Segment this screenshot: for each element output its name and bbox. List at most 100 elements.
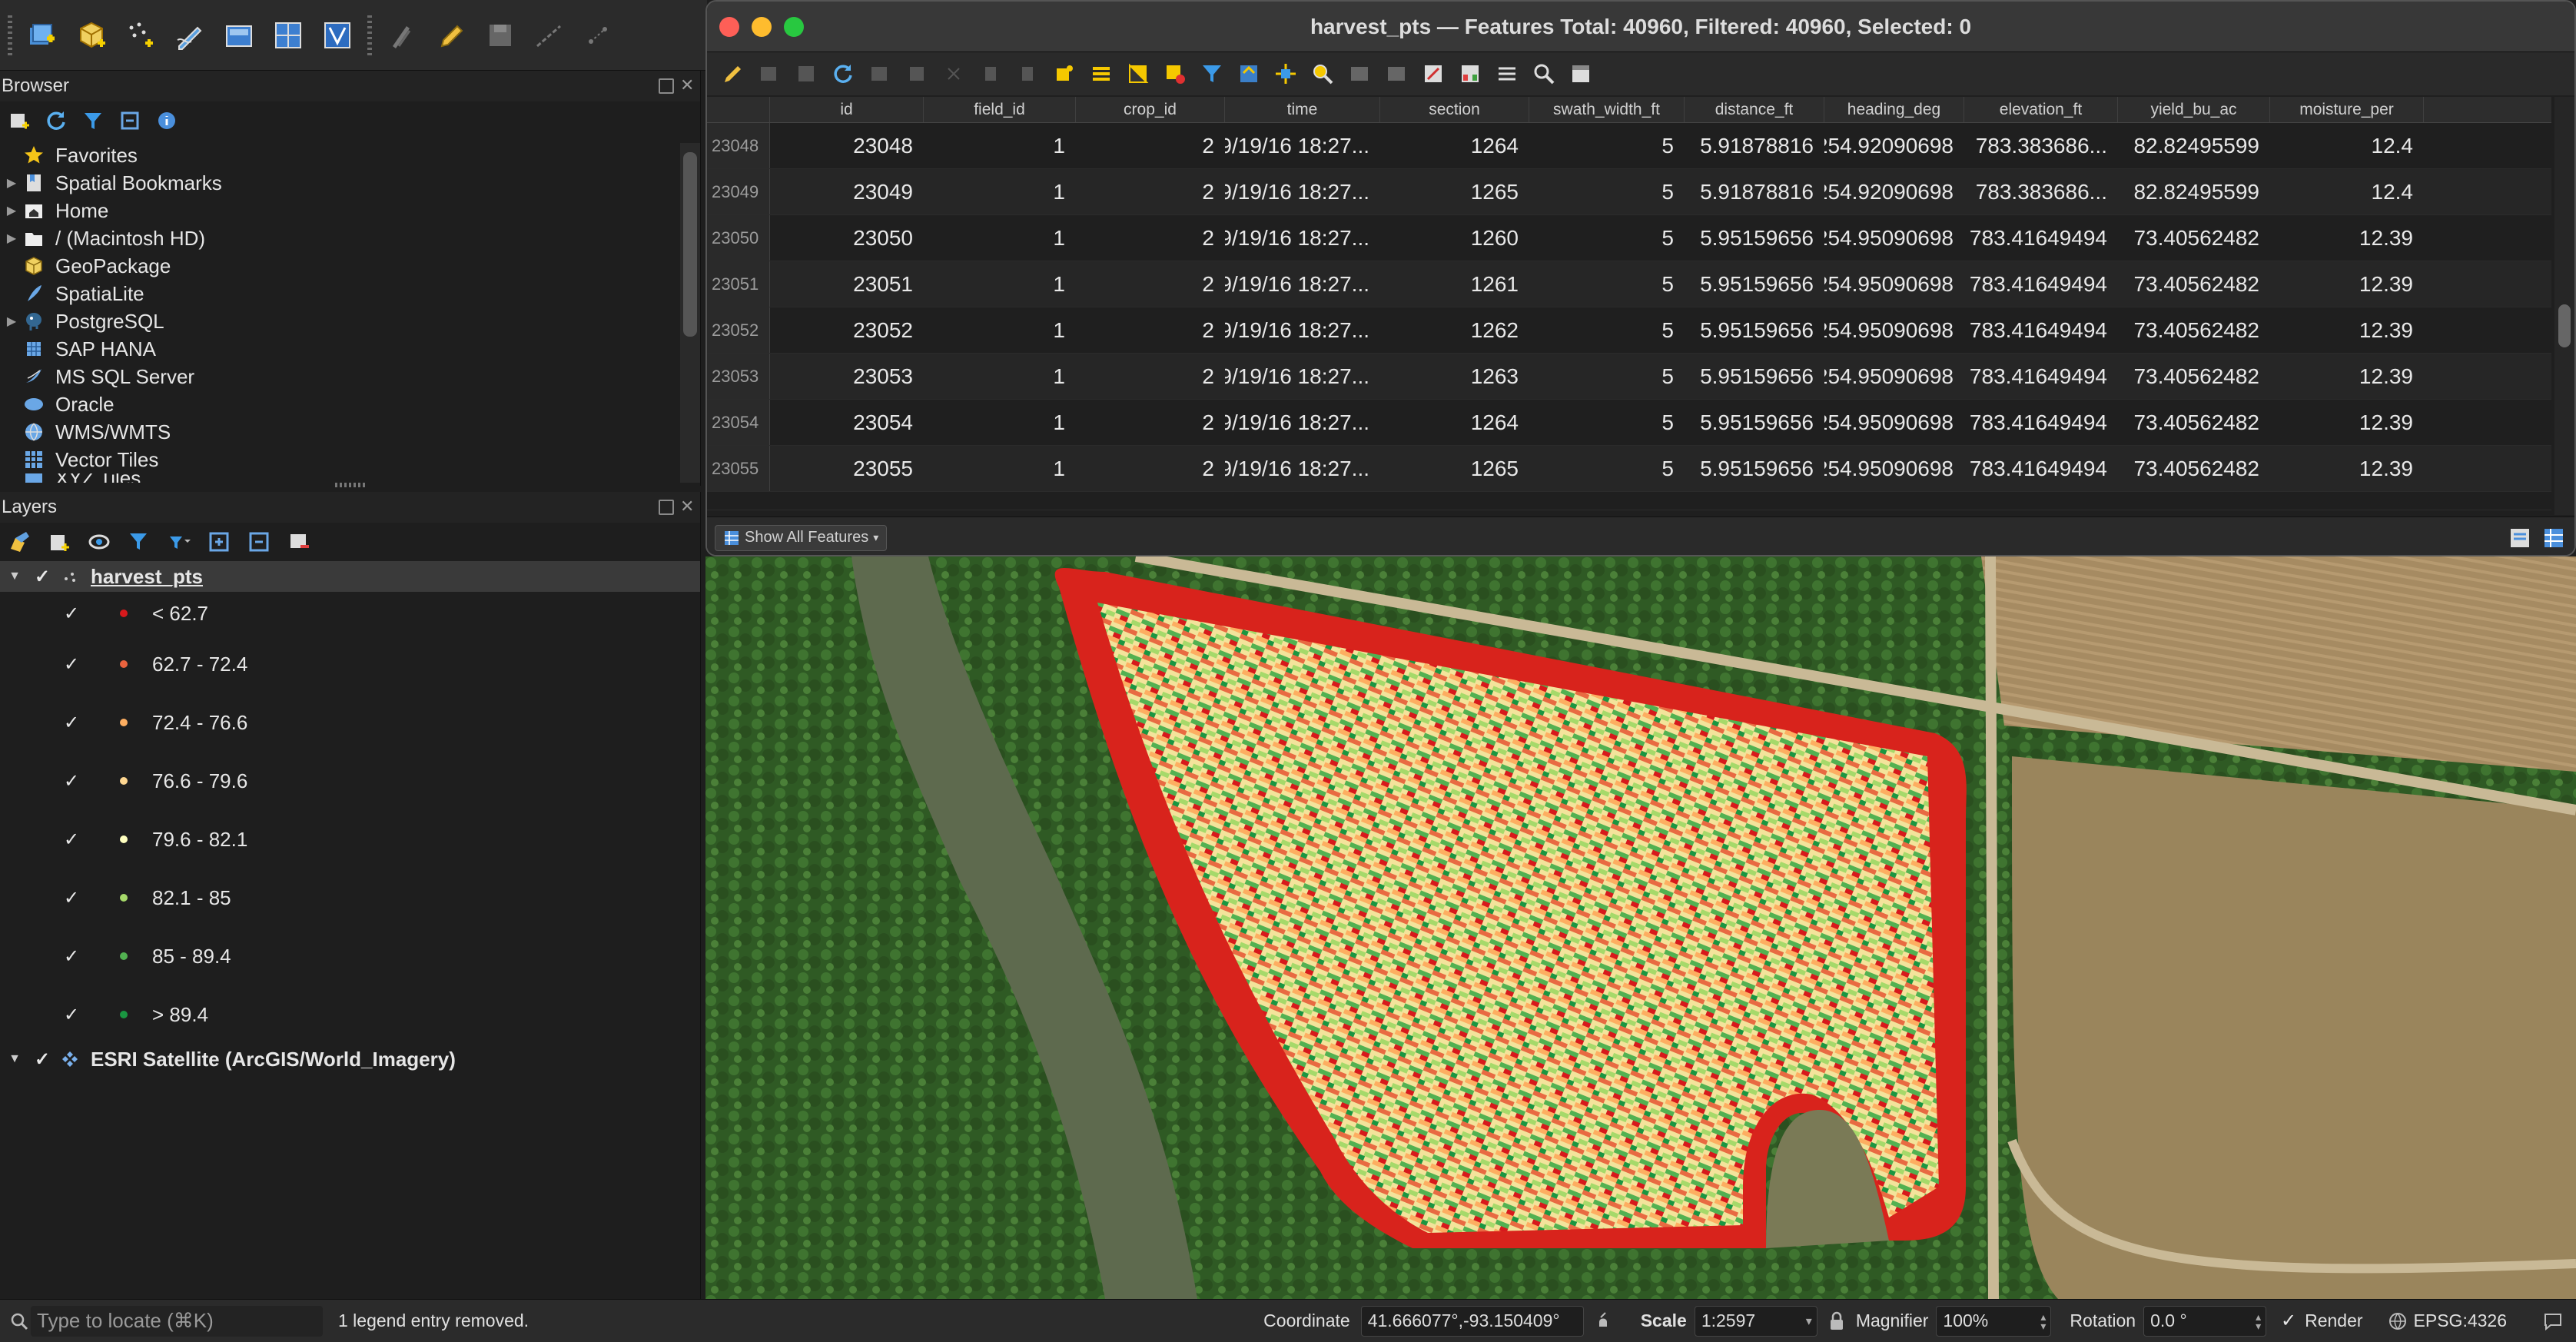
- class-visibility-checkbox[interactable]: ✓: [61, 1005, 81, 1025]
- table-cell[interactable]: 73.40562482: [2118, 261, 2270, 307]
- close-icon[interactable]: ✕: [680, 77, 695, 94]
- save-edits-button[interactable]: [793, 61, 819, 87]
- table-cell[interactable]: 1: [924, 169, 1076, 214]
- class-visibility-checkbox[interactable]: ✓: [61, 713, 81, 733]
- layer-esri-satellite[interactable]: ▼ ✓ ESRI Satellite (ArcGIS/World_Imagery…: [0, 1044, 700, 1075]
- class-visibility-checkbox[interactable]: ✓: [61, 603, 81, 624]
- table-cell[interactable]: 9/19/16 18:27...: [1225, 354, 1380, 399]
- select-all-button[interactable]: [1088, 61, 1114, 87]
- column-header[interactable]: distance_ft: [1685, 97, 1824, 122]
- table-cell[interactable]: 254.95090698: [1824, 354, 1964, 399]
- add-feature-button[interactable]: [867, 61, 893, 87]
- toolbar-grip[interactable]: [367, 15, 372, 55]
- table-cell[interactable]: 82.82495599: [2118, 123, 2270, 168]
- close-window-button[interactable]: [719, 16, 739, 37]
- info-icon[interactable]: [155, 109, 178, 132]
- table-cell[interactable]: 254.95090698: [1824, 215, 1964, 261]
- organize-columns-button[interactable]: [1420, 61, 1446, 87]
- table-row-partial[interactable]: [707, 492, 2551, 510]
- legend-class-item[interactable]: ✓ 85 - 89.4: [0, 927, 700, 985]
- open-layer-styling-icon[interactable]: [8, 530, 31, 553]
- column-header[interactable]: moisture_per: [2270, 97, 2424, 122]
- row-header[interactable]: 23048: [707, 123, 770, 168]
- new-field-button[interactable]: [1346, 61, 1373, 87]
- table-cell[interactable]: 1: [924, 354, 1076, 399]
- layer-visibility-checkbox[interactable]: ✓: [32, 1049, 52, 1070]
- row-header[interactable]: 23049: [707, 169, 770, 214]
- multi-edit-button[interactable]: [756, 61, 782, 87]
- table-cell[interactable]: 12.39: [2270, 261, 2424, 307]
- table-cell[interactable]: 12.39: [2270, 215, 2424, 261]
- browser-item[interactable]: XYZ Tiles: [0, 473, 700, 483]
- manage-map-themes-icon[interactable]: [88, 530, 111, 553]
- legend-class-item[interactable]: ✓ 82.1 - 85: [0, 869, 700, 927]
- locator-search-input[interactable]: Type to locate (⌘K): [31, 1305, 323, 1337]
- table-row[interactable]: 23051 23051 1 2 9/19/16 18:27... 1261 5 5.95159…: [707, 261, 2551, 307]
- table-cell[interactable]: 73.40562482: [2118, 446, 2270, 491]
- messages-icon[interactable]: [2538, 1311, 2568, 1331]
- spin-arrows-icon[interactable]: ▴ ▾: [2040, 1311, 2046, 1331]
- select-by-expression-button[interactable]: [1051, 61, 1077, 87]
- table-cell[interactable]: 23052: [770, 307, 924, 353]
- browser-item[interactable]: SAP HANA: [0, 335, 700, 363]
- zoom-to-feature-button[interactable]: [1531, 61, 1557, 87]
- table-cell[interactable]: 5.95159656: [1685, 354, 1824, 399]
- pan-map-to-selection-button[interactable]: [1273, 61, 1299, 87]
- table-cell[interactable]: 23050: [770, 215, 924, 261]
- table-cell[interactable]: 73.40562482: [2118, 215, 2270, 261]
- refresh-icon[interactable]: [45, 109, 68, 132]
- invert-selection-button[interactable]: [1125, 61, 1151, 87]
- table-cell[interactable]: 12.39: [2270, 400, 2424, 445]
- add-line-feature-button[interactable]: [530, 14, 569, 57]
- expand-all-icon[interactable]: [207, 530, 231, 553]
- crs-button[interactable]: EPSG:4326: [2414, 1310, 2507, 1331]
- column-header[interactable]: yield_bu_ac: [2118, 97, 2270, 122]
- table-row[interactable]: 23053 23053 1 2 9/19/16 18:27... 1263 5 5.95159…: [707, 354, 2551, 400]
- table-cell[interactable]: 5.95159656: [1685, 400, 1824, 445]
- browser-item[interactable]: WMS/WMTS: [0, 418, 700, 446]
- show-all-features-dropdown[interactable]: Show All Features ▾: [715, 524, 888, 551]
- table-corner[interactable]: [707, 97, 770, 122]
- table-row[interactable]: 23048 23048 1 2 9/19/16 18:27... 1264 5 5.91878…: [707, 123, 2551, 169]
- table-row[interactable]: 23055 23055 1 2 9/19/16 18:27... 1265 5 5.95159…: [707, 446, 2551, 492]
- browser-item[interactable]: ▶ PostgreSQL: [0, 307, 700, 335]
- table-cell[interactable]: 2: [1076, 446, 1225, 491]
- rotation-spinbox[interactable]: 0.0 ° ▴ ▾: [2143, 1305, 2267, 1337]
- deselect-all-button[interactable]: [1162, 61, 1188, 87]
- table-row[interactable]: 23052 23052 1 2 9/19/16 18:27... 1262 5 5.95159…: [707, 307, 2551, 354]
- table-cell[interactable]: 9/19/16 18:27...: [1225, 446, 1380, 491]
- copy-button[interactable]: [978, 61, 1004, 87]
- table-cell[interactable]: 254.92090698: [1824, 123, 1964, 168]
- lock-scale-icon[interactable]: [1825, 1311, 1848, 1331]
- table-cell[interactable]: 5.95159656: [1685, 307, 1824, 353]
- paste-button[interactable]: [1014, 61, 1041, 87]
- column-header[interactable]: swath_width_ft: [1529, 97, 1685, 122]
- table-cell[interactable]: 9/19/16 18:27...: [1225, 400, 1380, 445]
- save-layer-edits-button[interactable]: [481, 14, 520, 57]
- table-scrollbar[interactable]: [2554, 97, 2574, 515]
- row-header[interactable]: 23052: [707, 307, 770, 353]
- table-cell[interactable]: 254.95090698: [1824, 400, 1964, 445]
- table-cell[interactable]: 5.95159656: [1685, 446, 1824, 491]
- remove-layer-icon[interactable]: [287, 530, 310, 553]
- browser-scrollbar[interactable]: [680, 143, 700, 483]
- layout-manager-button[interactable]: [269, 14, 307, 57]
- splitter-handle[interactable]: [335, 483, 366, 487]
- browser-item[interactable]: MS SQL Server: [0, 363, 700, 390]
- zoom-map-to-selection-button[interactable]: [1310, 61, 1336, 87]
- table-cell[interactable]: 9/19/16 18:27...: [1225, 261, 1380, 307]
- spin-arrows-icon[interactable]: ▴ ▾: [2256, 1311, 2261, 1331]
- expand-arrow-icon[interactable]: ▶: [2, 203, 22, 218]
- filter-icon[interactable]: [81, 109, 105, 132]
- class-visibility-checkbox[interactable]: ✓: [61, 829, 81, 850]
- expand-arrow-icon[interactable]: ▶: [2, 314, 22, 329]
- table-cell[interactable]: 23051: [770, 261, 924, 307]
- class-visibility-checkbox[interactable]: ✓: [61, 946, 81, 967]
- browser-item[interactable]: ▶ Spatial Bookmarks: [0, 169, 700, 197]
- column-header[interactable]: section: [1380, 97, 1529, 122]
- close-icon[interactable]: ✕: [680, 498, 695, 515]
- table-cell[interactable]: 5: [1529, 400, 1685, 445]
- browser-item[interactable]: SpatiaLite: [0, 280, 700, 307]
- table-cell[interactable]: 1261: [1380, 261, 1529, 307]
- class-visibility-checkbox[interactable]: ✓: [61, 888, 81, 909]
